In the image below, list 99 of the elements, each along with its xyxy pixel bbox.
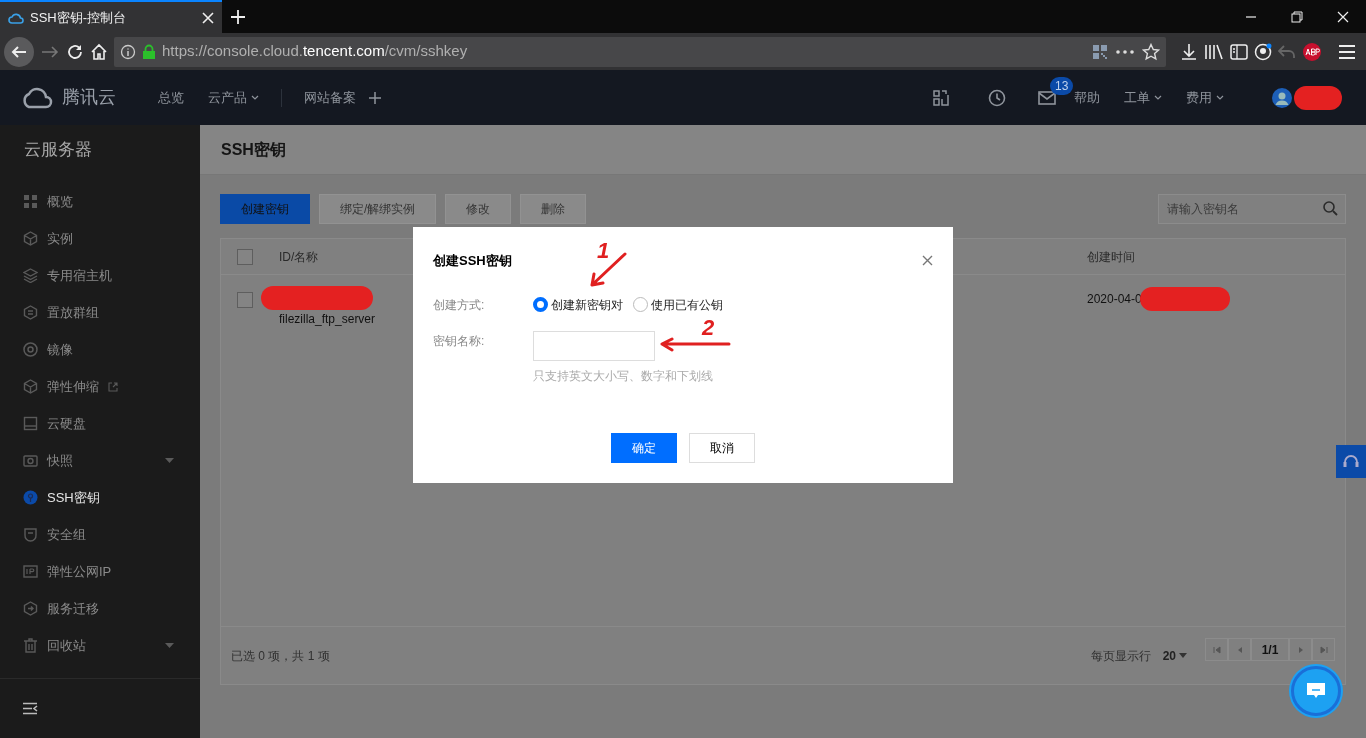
search-field[interactable]: 请输入密钥名 (1158, 194, 1346, 224)
dialog-title: 创建SSH密钥 (433, 252, 512, 270)
account-icon[interactable] (1254, 42, 1272, 61)
sidebar-item[interactable]: 安全组 (0, 516, 200, 553)
sidebar-item[interactable]: 弹性伸缩 (0, 368, 200, 405)
info-icon[interactable] (120, 43, 136, 60)
sidebar-item[interactable]: SSH密钥 (0, 479, 200, 516)
sidebar-item[interactable]: 置放群组 (0, 294, 200, 331)
notification-count: 13 (1050, 76, 1074, 95)
ip-icon (23, 564, 38, 579)
nav-link[interactable]: 总览 (146, 87, 196, 108)
hexagon-icon (23, 305, 38, 320)
avatar-icon[interactable] (1272, 87, 1292, 108)
support-button[interactable] (1336, 445, 1366, 478)
chat-icon (1306, 682, 1326, 700)
nav-link[interactable]: 网站备案 (292, 87, 368, 108)
cloud-icon (8, 11, 24, 24)
download-icon[interactable] (1180, 42, 1198, 61)
new-tab-icon[interactable] (230, 8, 246, 25)
lock-icon (142, 43, 156, 60)
browser-tab[interactable]: SSH密钥-控制台 (0, 0, 222, 33)
reload-icon[interactable] (66, 42, 84, 61)
external-link-icon (108, 381, 118, 392)
nav-link[interactable]: 费用 (1174, 87, 1236, 108)
address-bar[interactable]: https://console.cloud.tencent.com/cvm/sshkey (114, 36, 1166, 67)
field-label: 创建方式: (433, 296, 486, 314)
caret-icon (165, 458, 174, 463)
field-label: 密钥名称: (433, 332, 486, 350)
sidebar-item[interactable]: 快照 (0, 442, 200, 479)
sidebar-item[interactable]: 专用宿主机 (0, 257, 200, 294)
cube-icon (23, 379, 38, 394)
qr-scan-icon[interactable] (932, 88, 950, 107)
radio-option[interactable]: 使用已有公钥 (633, 294, 723, 315)
last-page-icon (1319, 645, 1328, 654)
page-number: 1/1 (1251, 638, 1289, 661)
page-size-select[interactable]: 20 (1162, 646, 1187, 665)
star-icon[interactable] (1142, 42, 1160, 61)
home-icon[interactable] (90, 42, 108, 61)
forward-icon[interactable] (40, 43, 60, 60)
cancel-button[interactable]: 取消 (689, 433, 755, 463)
sidebar-item[interactable]: 回收站 (0, 627, 200, 664)
mail-icon[interactable] (1038, 90, 1056, 105)
confirm-button[interactable]: 确定 (611, 433, 677, 463)
caret-icon (1216, 95, 1224, 100)
tab-title: SSH密钥-控制台 (30, 8, 128, 27)
field-hint: 只支持英文大小写、数字和下划线 (533, 367, 713, 385)
column-header: ID/名称 (279, 249, 319, 264)
camera-icon (23, 453, 38, 468)
redaction-mark (1294, 85, 1342, 110)
restore-icon[interactable] (1291, 10, 1303, 23)
menu-icon[interactable] (1338, 43, 1356, 60)
cloud-logo-icon (20, 86, 54, 109)
nav-link[interactable]: 云产品 (196, 87, 271, 108)
checkbox[interactable] (237, 248, 253, 265)
first-page-icon (1212, 645, 1221, 654)
annotation-number: 2 (702, 317, 715, 339)
shield-icon (23, 527, 38, 542)
adblock-icon[interactable] (1302, 41, 1322, 62)
back-icon[interactable] (4, 36, 34, 67)
key-icon (23, 490, 38, 505)
page-title: SSH密钥 (200, 125, 1366, 175)
table-cell-text: filezilla_ftp_server (279, 311, 376, 328)
column-header: 创建时间 (1087, 248, 1135, 266)
caret-icon (165, 643, 174, 648)
caret-icon (1154, 95, 1162, 100)
sidebar-item[interactable]: 弹性公网IP (0, 553, 200, 590)
annotation-number: 1 (597, 240, 610, 262)
search-icon[interactable] (1323, 201, 1338, 216)
collapse-menu-icon[interactable] (22, 702, 38, 715)
qr-code-icon[interactable] (1092, 43, 1108, 60)
caret-icon (1179, 653, 1187, 658)
sidebar-item[interactable]: 云硬盘 (0, 405, 200, 442)
nav-link[interactable]: 工单 (1112, 87, 1174, 108)
checkbox[interactable] (237, 292, 253, 308)
sidebar-item[interactable]: 镜像 (0, 331, 200, 368)
disc-icon (23, 342, 38, 357)
table-cell-text: 2020-04-0 (1087, 291, 1142, 308)
library-icon[interactable] (1204, 42, 1224, 61)
page-size-label: 每页显示行 (1090, 647, 1151, 665)
text-field[interactable] (533, 330, 655, 361)
sidebar-icon[interactable] (1230, 43, 1248, 60)
url-text: https://console.cloud.tencent.com/cvm/sshkey (162, 41, 469, 62)
radio-option[interactable]: 创建新密钥对 (533, 294, 623, 315)
annotation-arrow (659, 337, 731, 353)
cube-icon (23, 231, 38, 246)
sidebar-title: 云服务器 (23, 139, 93, 162)
caret-icon (251, 95, 259, 100)
hexagon-icon (23, 601, 38, 616)
sidebar-item[interactable]: 概览 (0, 183, 200, 220)
grid-icon (23, 194, 38, 209)
selection-summary: 已选 0 项，共 1 项 (231, 647, 330, 665)
plus-icon[interactable] (368, 90, 382, 105)
trash-icon (23, 638, 38, 653)
brand-name: 腾讯云 (62, 86, 116, 109)
clock-icon[interactable] (988, 88, 1006, 107)
sidebar-item[interactable]: 实例 (0, 220, 200, 257)
next-page-icon (1296, 645, 1305, 654)
layers-icon (23, 268, 38, 283)
sidebar-item[interactable]: 服务迁移 (0, 590, 200, 627)
